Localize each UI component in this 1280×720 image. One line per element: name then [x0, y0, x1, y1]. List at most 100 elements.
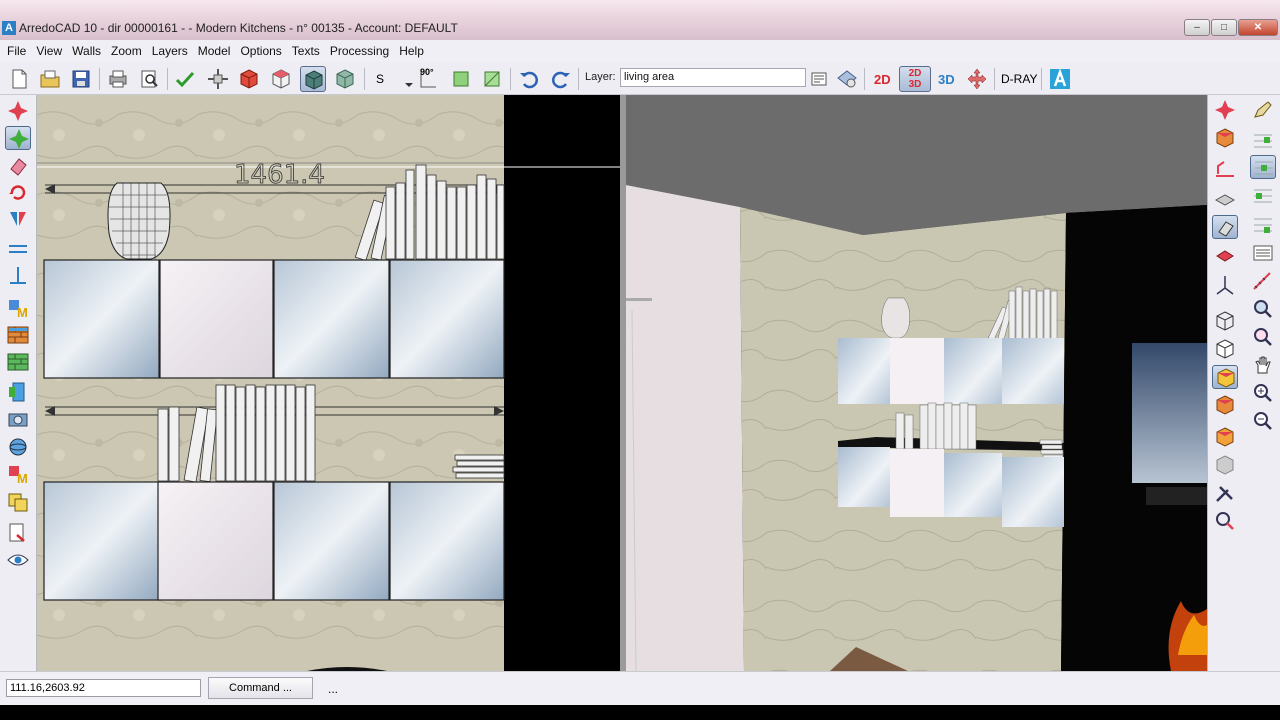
layer-grid-icon[interactable] [1250, 129, 1276, 153]
cube-box-icon[interactable] [1212, 126, 1238, 150]
zoom-out-icon[interactable] [1250, 409, 1276, 433]
snap-list-icon[interactable] [1250, 213, 1276, 237]
tools-icon[interactable] [1212, 481, 1238, 505]
parallel-icon[interactable] [5, 237, 31, 261]
view-2d-button[interactable]: 2D [874, 72, 891, 87]
layer-field[interactable]: living area [620, 68, 806, 87]
angle-label: 90° [420, 67, 434, 77]
menu-layers[interactable]: Layers [152, 44, 188, 58]
undo-icon[interactable] [516, 66, 542, 92]
svg-text:M: M [17, 471, 28, 486]
coordinates-field[interactable]: 111.16,2603.92 [6, 679, 201, 697]
cube-dark-icon[interactable] [300, 66, 326, 92]
eye-icon[interactable] [5, 548, 31, 572]
menu-texts[interactable]: Texts [292, 44, 320, 58]
cube-yellow-icon[interactable] [1212, 365, 1238, 389]
sphere-icon[interactable] [5, 435, 31, 459]
floor-icon[interactable] [1212, 186, 1238, 210]
snap-select-icon[interactable] [1250, 184, 1276, 208]
cube-red2-icon[interactable] [1212, 425, 1238, 449]
move-icon[interactable] [205, 66, 231, 92]
viewport-2d[interactable]: 1461.4 [37, 95, 620, 671]
pencil-icon[interactable] [1250, 98, 1276, 122]
menu-walls[interactable]: Walls [72, 44, 101, 58]
menu-help[interactable]: Help [399, 44, 424, 58]
cube-white-icon[interactable] [1212, 337, 1238, 361]
view-3d-button[interactable]: 3D [938, 72, 955, 87]
save-icon[interactable] [68, 66, 94, 92]
new-file-icon[interactable] [6, 66, 32, 92]
cube-grey-icon[interactable] [1212, 453, 1238, 477]
select-icon[interactable] [5, 126, 31, 150]
open-folder-icon[interactable] [37, 66, 63, 92]
dimension-label: 1461.4 [234, 160, 325, 190]
measure-icon[interactable] [1250, 269, 1276, 293]
star-icon[interactable] [5, 99, 31, 123]
render-icon[interactable] [1212, 509, 1238, 533]
menu-processing[interactable]: Processing [330, 44, 389, 58]
layer-label: Layer: [585, 71, 616, 83]
rotate-icon[interactable] [5, 180, 31, 204]
snap-green2-icon[interactable] [479, 66, 505, 92]
cube-green-icon[interactable] [332, 66, 358, 92]
zoom-in-icon[interactable] [1250, 381, 1276, 405]
menu-model[interactable]: Model [198, 44, 231, 58]
command-prompt: ... [328, 682, 339, 696]
snap-grid-icon[interactable] [1250, 155, 1276, 179]
arredocad-logo-icon[interactable] [1047, 66, 1073, 92]
brick-wall-icon[interactable] [5, 323, 31, 347]
zoom-fit-icon[interactable] [1250, 325, 1276, 349]
layer-props-icon[interactable] [806, 66, 832, 92]
mirror-icon[interactable] [5, 207, 31, 231]
viewport-3d[interactable] [626, 95, 1207, 671]
menu-options[interactable]: Options [240, 44, 281, 58]
view-iso-icon[interactable] [1212, 215, 1238, 239]
material-m2-icon[interactable]: M [5, 462, 31, 486]
cube-orange-icon[interactable] [1212, 393, 1238, 417]
view-2d3d-button[interactable]: 2D 3D [899, 66, 931, 92]
screen-bottom-edge [0, 705, 1280, 720]
elevation-drawing: 1461.4 [37, 95, 620, 671]
cube-red-icon[interactable] [236, 66, 262, 92]
command-button[interactable]: Command ... [208, 677, 313, 699]
menu-view[interactable]: View [36, 44, 62, 58]
print-icon[interactable] [105, 66, 131, 92]
minimize-button[interactable]: ‒ [1184, 19, 1210, 36]
dray-button[interactable]: D-RAY [1001, 72, 1037, 86]
snap-dropdown-icon[interactable] [396, 66, 413, 92]
view-plan-icon[interactable] [1212, 244, 1238, 268]
brick-red-icon[interactable] [5, 350, 31, 374]
cube-outline-icon[interactable] [268, 66, 294, 92]
print-preview-icon[interactable] [136, 66, 162, 92]
door-icon[interactable] [5, 380, 31, 404]
snap-green-icon[interactable] [448, 66, 474, 92]
main-toolbar: S 90° Layer: living area 2D 2D 3D 3D D-R… [0, 62, 1280, 95]
window-controls: ‒ □ ✕ [1184, 19, 1278, 36]
layer-settings-icon[interactable] [834, 66, 860, 92]
maximize-button[interactable]: □ [1211, 19, 1237, 36]
pan-hand-icon[interactable] [1250, 353, 1276, 377]
snap-list2-icon[interactable] [1250, 241, 1276, 265]
check-icon[interactable] [172, 66, 198, 92]
zoom-window-icon[interactable] [1250, 297, 1276, 321]
eraser-icon[interactable] [5, 153, 31, 177]
menu-file[interactable]: File [7, 44, 26, 58]
window-title: ArredoCAD 10 - dir 00000161 - - Modern K… [19, 21, 458, 35]
menu-bar: File View Walls Zoom Layers Model Option… [0, 40, 1280, 62]
status-bar: 111.16,2603.92 Command ... ... [0, 671, 1280, 705]
export-icon[interactable] [5, 521, 31, 545]
menu-zoom[interactable]: Zoom [111, 44, 142, 58]
copy-icon[interactable] [5, 490, 31, 514]
perpendicular-icon[interactable] [5, 264, 31, 288]
pan-icon[interactable] [964, 66, 990, 92]
camera-icon[interactable] [5, 407, 31, 431]
snap-s-label[interactable]: S [376, 72, 384, 86]
title-bar: A ArredoCAD 10 - dir 00000161 - - Modern… [0, 0, 1280, 40]
axis-icon[interactable] [1212, 273, 1238, 297]
redo-icon[interactable] [548, 66, 574, 92]
star-icon[interactable] [1212, 98, 1238, 122]
close-button[interactable]: ✕ [1238, 19, 1278, 36]
cube-wire-icon[interactable] [1212, 309, 1238, 333]
material-m-icon[interactable]: M [5, 296, 31, 320]
wall-icon[interactable] [1212, 158, 1238, 182]
